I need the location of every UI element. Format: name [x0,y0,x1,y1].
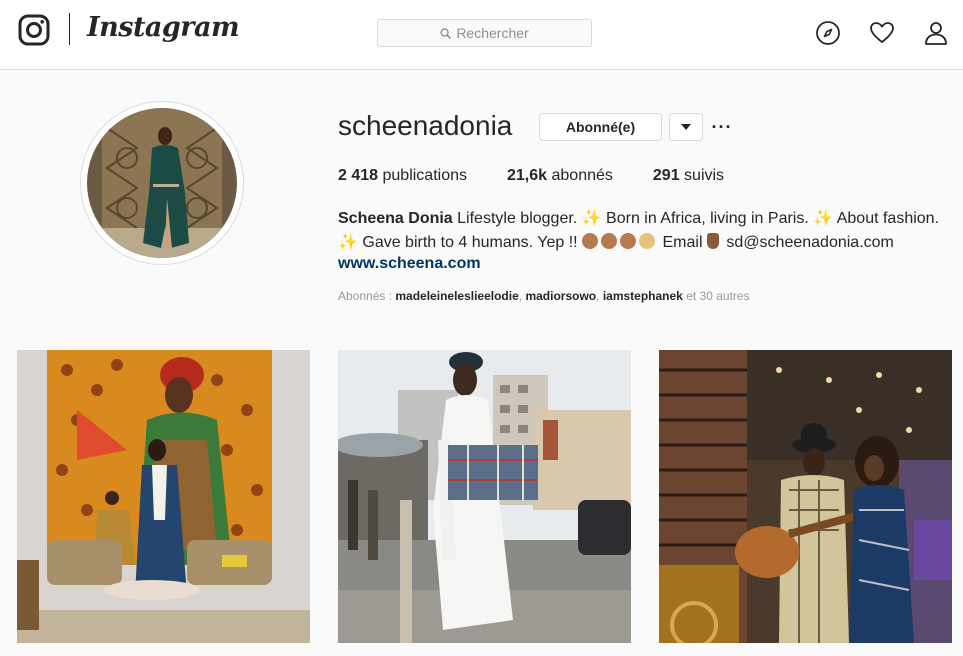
stat-following-label: suivis [684,167,725,184]
bio-text: Lifestyle blogger. [452,210,582,227]
bio-text: Born in Africa, living in Paris. [601,210,814,227]
stat-posts-label: publications [382,167,468,184]
explore-compass-icon[interactable] [815,20,841,46]
boy-emoji-icon [601,233,618,249]
activity-heart-icon[interactable] [869,20,895,46]
sparkles-icon: ✨ [581,210,602,227]
instagram-camera-icon[interactable] [18,14,50,46]
search-placeholder: Rechercher [456,25,529,41]
stat-posts: 2 418 publications [338,167,467,185]
search-input[interactable]: Rechercher [377,19,592,47]
bio-text: Gave birth to 4 humans. Yep !! [357,234,583,251]
post-thumbnail[interactable] [17,350,310,643]
bio-email: sd@scheenadonia.com [721,234,894,251]
profile-bio: Scheena Donia Lifestyle blogger. ✨ Born … [338,207,953,255]
stat-followers[interactable]: 21,6k abonnés [507,167,613,185]
instagram-wordmark[interactable]: Instagram [87,12,240,43]
pointing-down-emoji-icon [706,233,719,249]
posts-grid [17,350,952,643]
bio-text: About fashion. [833,210,940,227]
more-options-button[interactable]: ··· [707,113,737,141]
sparkles-icon: ✨ [338,234,358,251]
followed-by-user[interactable]: madiorsowo [525,289,596,303]
profile-person-icon[interactable] [923,20,949,46]
followed-by-suffix: et 30 autres [682,289,750,303]
profile-username: scheenadonia [338,110,513,141]
boy-emoji-icon [620,233,637,249]
post-thumbnail[interactable] [338,350,631,643]
profile-stats: 2 418 publications 21,6k abonnés 291 sui… [338,167,764,185]
top-navigation-bar: Instagram Rechercher [0,0,963,70]
followed-by-prefix: Abonnés : [338,289,396,303]
followed-by-separator: , [596,289,603,303]
bio-full-name: Scheena Donia [338,210,453,227]
followed-by-user[interactable]: madeleineleslieelodie [395,289,518,303]
profile-website-link[interactable]: www.scheena.com [338,255,481,273]
search-icon [440,27,452,39]
logo-divider [69,13,70,45]
more-dots-icon: ··· [711,116,733,137]
stat-posts-value: 2 418 [338,167,379,184]
post-thumbnail[interactable] [659,350,952,643]
stat-followers-label: abonnés [551,167,613,184]
suggestions-dropdown-button[interactable] [669,113,703,141]
sparkles-icon: ✨ [813,210,834,227]
followed-by[interactable]: Abonnés : madeleineleslieelodie, madiors… [338,289,750,303]
stat-following[interactable]: 291 suivis [653,167,724,185]
baby-emoji-icon [639,233,656,249]
following-button[interactable]: Abonné(e) [539,113,662,141]
profile-avatar[interactable] [80,101,244,265]
avatar-image [87,108,237,258]
triangle-down-icon [681,124,691,130]
followed-by-user[interactable]: iamstephanek [603,289,683,303]
stat-followers-value: 21,6k [507,167,548,184]
boy-emoji-icon [582,233,599,249]
bio-text: Email [658,234,707,251]
stat-following-value: 291 [652,167,680,184]
